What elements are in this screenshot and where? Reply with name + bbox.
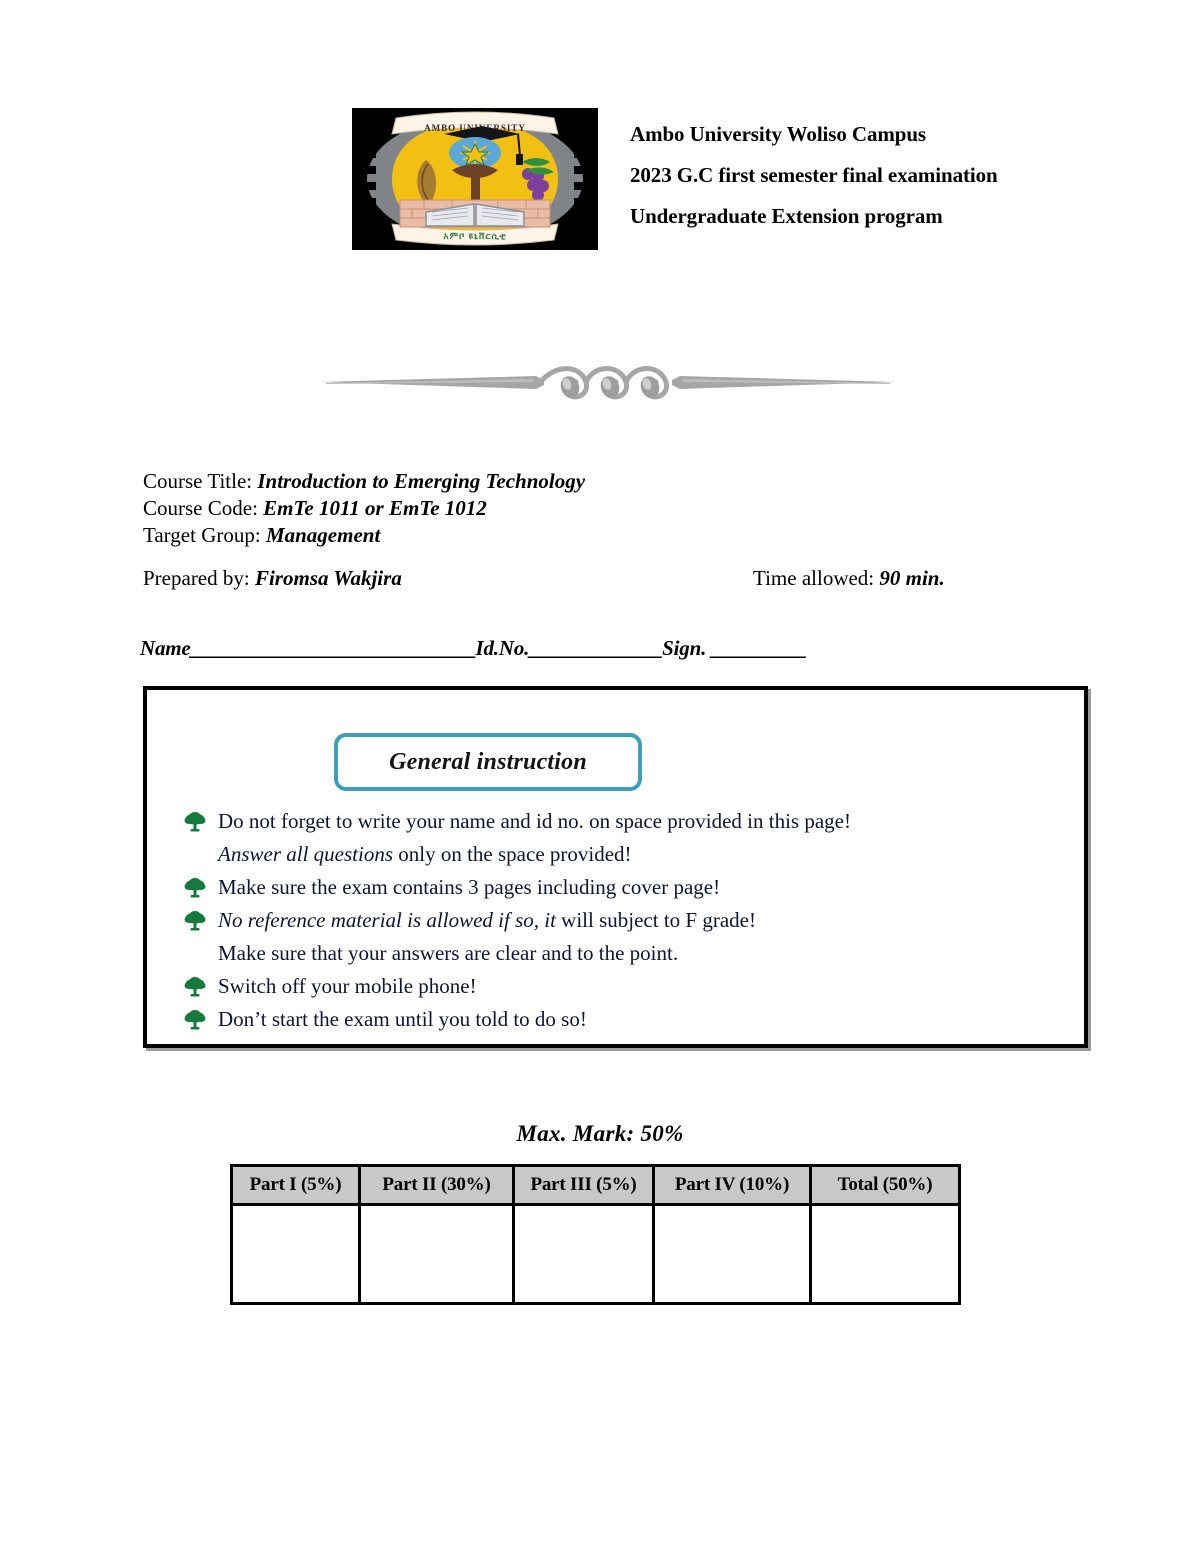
instruction-item: Make sure the exam contains 3 pages incl… (172, 871, 1072, 904)
marks-table-value-row (230, 1203, 961, 1305)
header-line-program: Undergraduate Extension program (630, 204, 943, 228)
course-code-label: Course Code: (143, 496, 264, 520)
time-allowed-group: Time allowed: 90 min. (753, 566, 945, 591)
instruction-item: Answer all questions only on the space p… (172, 838, 1072, 871)
instruction-item: Do not forget to write your name and id … (172, 805, 1072, 838)
sign-label: Sign. (662, 636, 712, 660)
tree-bullet-icon (172, 871, 218, 899)
course-info-block: Course Title: Introduction to Emerging T… (143, 468, 1043, 549)
instruction-item: Switch off your mobile phone! (172, 970, 1072, 1003)
marks-cell-part-1[interactable] (230, 1203, 361, 1305)
name-label: Name (140, 636, 191, 660)
tree-bullet-icon (172, 805, 218, 833)
general-instruction-title-box: General instruction (334, 733, 642, 791)
instruction-text: Don’t start the exam until you told to d… (218, 1007, 587, 1031)
general-instruction-inner: General instruction Do not forget to wri… (149, 692, 1082, 1042)
course-title-label: Course Title: (143, 469, 258, 493)
marks-cell-part-4[interactable] (652, 1203, 812, 1305)
instruction-text: No reference material is allowed if so, … (218, 904, 756, 937)
prepared-by-label: Prepared by: (143, 566, 255, 590)
instruction-list: Do not forget to write your name and id … (172, 805, 1072, 1036)
instruction-text: Make sure the exam contains 3 pages incl… (218, 875, 721, 899)
tree-bullet-icon (172, 904, 218, 932)
time-allowed-label: Time allowed: (753, 566, 880, 590)
instruction-text: Do not forget to write your name and id … (218, 809, 851, 833)
header-line-exam: 2023 G.C first semester final examinatio… (630, 163, 998, 187)
course-code-value: EmTe 1011 or EmTe 1012 (263, 496, 487, 520)
general-instruction-title: General instruction (389, 748, 587, 775)
instruction-text-italic: No reference material is allowed if so, … (218, 908, 556, 932)
sign-blank[interactable]: __________ (711, 636, 807, 660)
prepared-time-row: Prepared by: Firomsa Wakjira Time allowe… (143, 566, 1043, 591)
header-title-block: Ambo University Woliso Campus 2023 G.C f… (630, 108, 998, 237)
university-logo: AMBO UNIVERSITY አምቦ ዩኒቨርሲቲ (352, 108, 598, 250)
svg-text:አምቦ ዩኒቨርሲቲ: አምቦ ዩኒቨርሲቲ (443, 230, 506, 241)
marks-cell-part-2[interactable] (358, 1203, 515, 1305)
decorative-divider-graphic (320, 366, 896, 400)
marks-cell-part-3[interactable] (512, 1203, 655, 1305)
marks-col-part-1: Part I (5%) (230, 1164, 361, 1206)
id-label: Id.No. (475, 636, 530, 660)
instruction-text: Switch off your mobile phone! (218, 974, 477, 998)
tree-bullet-icon (172, 1003, 218, 1031)
marks-col-total: Total (50%) (809, 1164, 961, 1206)
prepared-by-value: Firomsa Wakjira (254, 566, 402, 590)
tree-bullet-icon (172, 970, 218, 998)
marks-table-header-row: Part I (5%) Part II (30%) Part III (5%) … (230, 1164, 961, 1206)
prepared-by-group: Prepared by: Firomsa Wakjira (143, 566, 753, 591)
id-blank[interactable]: ______________ (529, 636, 663, 660)
marks-cell-total[interactable] (809, 1203, 961, 1305)
university-logo-graphic: AMBO UNIVERSITY አምቦ ዩኒቨርሲቲ (352, 108, 598, 250)
identity-line: Name______________________________Id.No.… (140, 636, 807, 661)
marks-col-part-2: Part II (30%) (358, 1164, 515, 1206)
course-title-value: Introduction to Emerging Technology (257, 469, 586, 493)
instruction-item: Don’t start the exam until you told to d… (172, 1003, 1072, 1036)
instruction-text-plain: only on the space provided! (393, 842, 632, 866)
max-mark-heading: Max. Mark: 50% (516, 1121, 684, 1146)
instruction-text-italic: Answer all questions (218, 842, 394, 866)
course-title-row: Course Title: Introduction to Emerging T… (143, 468, 1043, 495)
instruction-text: Answer all questions only on the space p… (218, 838, 632, 871)
marks-col-part-3: Part III (5%) (512, 1164, 655, 1206)
document-header: AMBO UNIVERSITY አምቦ ዩኒቨርሲቲ Ambo Universi… (352, 108, 998, 250)
target-group-value: Management (265, 523, 381, 547)
instruction-text-plain: will subject to F grade! (555, 908, 756, 932)
decorative-divider (318, 352, 898, 408)
instruction-item: No reference material is allowed if so, … (172, 904, 1072, 937)
target-group-row: Target Group: Management (143, 522, 1043, 549)
general-instruction-box: General instruction Do not forget to wri… (143, 686, 1088, 1048)
instruction-item: Make sure that your answers are clear an… (172, 937, 1072, 970)
name-blank[interactable]: ______________________________ (191, 636, 477, 660)
marks-col-part-4: Part IV (10%) (652, 1164, 812, 1206)
course-code-row: Course Code: EmTe 1011 or EmTe 1012 (143, 495, 1043, 522)
marks-table: Part I (5%) Part II (30%) Part III (5%) … (230, 1164, 961, 1305)
time-allowed-value: 90 min. (879, 566, 945, 590)
header-line-university: Ambo University Woliso Campus (630, 122, 927, 146)
instruction-text: Make sure that your answers are clear an… (218, 941, 679, 965)
target-group-label: Target Group: (143, 523, 266, 547)
